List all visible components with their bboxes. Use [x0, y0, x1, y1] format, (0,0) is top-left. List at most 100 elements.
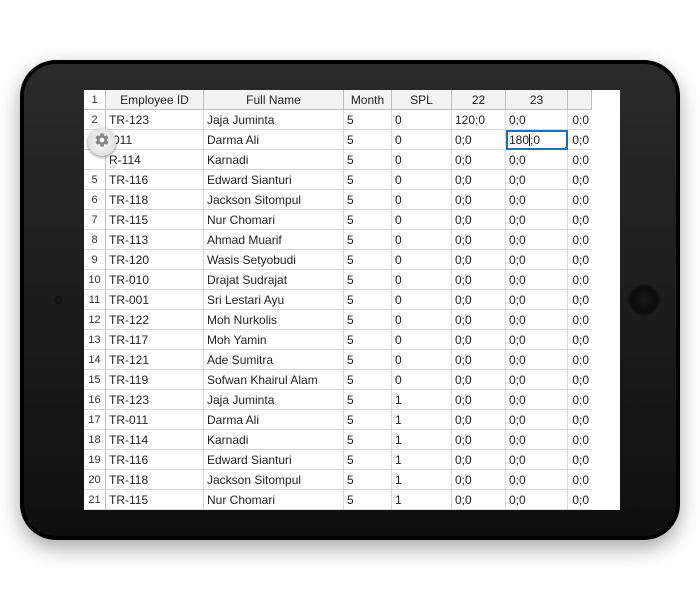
cell-month[interactable]: 5	[344, 170, 392, 190]
table-row[interactable]: 7TR-115Nur Chomari500;00;00;0	[84, 210, 620, 230]
cell-23[interactable]: 0;0	[506, 330, 568, 350]
cell-month[interactable]: 5	[344, 110, 392, 130]
cell-spl[interactable]: 0	[392, 210, 452, 230]
cell-month[interactable]: 5	[344, 230, 392, 250]
cell-month[interactable]: 5	[344, 450, 392, 470]
cell-month[interactable]: 5	[344, 310, 392, 330]
table-row[interactable]: -011Darma Ali500;0180;00;0	[84, 130, 620, 150]
cell-23[interactable]: 0;0	[506, 470, 568, 490]
cell-month[interactable]: 5	[344, 350, 392, 370]
cell-month[interactable]: 5	[344, 250, 392, 270]
cell-spl[interactable]: 0	[392, 150, 452, 170]
cell-employee-id[interactable]: -011	[106, 130, 204, 150]
cell-22[interactable]: 0;0	[452, 310, 506, 330]
cell-23[interactable]: 0;0	[506, 490, 568, 510]
cell-last[interactable]: 0;0	[568, 370, 592, 390]
cell-23[interactable]: 0;0	[506, 350, 568, 370]
cell-full-name[interactable]: Edward Sianturi	[204, 450, 344, 470]
cell-month[interactable]: 5	[344, 430, 392, 450]
table-row[interactable]: 13TR-117Moh Yamin500;00;00;0	[84, 330, 620, 350]
cell-employee-id[interactable]: TR-115	[106, 490, 204, 510]
cell-22[interactable]: 0;0	[452, 150, 506, 170]
col-header-22[interactable]: 22	[452, 90, 506, 110]
cell-23[interactable]: 0;0	[506, 450, 568, 470]
table-row[interactable]: 5TR-116Edward Sianturi500;00;00;0	[84, 170, 620, 190]
cell-last[interactable]: 0;0	[568, 330, 592, 350]
cell-22[interactable]: 120;0	[452, 110, 506, 130]
cell-full-name[interactable]: Darma Ali	[204, 130, 344, 150]
cell-spl[interactable]: 0	[392, 290, 452, 310]
cell-full-name[interactable]: Sri Lestari Ayu	[204, 290, 344, 310]
cell-full-name[interactable]: Wasis Setyobudi	[204, 250, 344, 270]
cell-22[interactable]: 0;0	[452, 190, 506, 210]
cell-spl[interactable]: 0	[392, 330, 452, 350]
cell-last[interactable]: 0;0	[568, 410, 592, 430]
cell-spl[interactable]: 1	[392, 430, 452, 450]
cell-employee-id[interactable]: TR-119	[106, 370, 204, 390]
row-number[interactable]: 15	[84, 370, 106, 390]
cell-spl[interactable]: 1	[392, 470, 452, 490]
cell-23[interactable]: 0;0	[506, 110, 568, 130]
table-row[interactable]: 10TR-010Drajat Sudrajat500;00;00;0	[84, 270, 620, 290]
cell-month[interactable]: 5	[344, 370, 392, 390]
table-row[interactable]: 6TR-118Jackson Sitompul500;00;00;0	[84, 190, 620, 210]
cell-spl[interactable]: 0	[392, 270, 452, 290]
table-row[interactable]: 2TR-123Jaja Juminta50120;00;00;0	[84, 110, 620, 130]
cell-full-name[interactable]: Ahmad Muarif	[204, 230, 344, 250]
table-row[interactable]: 12TR-122Moh Nurkolis500;00;00;0	[84, 310, 620, 330]
cell-spl[interactable]: 1	[392, 410, 452, 430]
table-row[interactable]: 11TR-001Sri Lestari Ayu500;00;00;0	[84, 290, 620, 310]
cell-full-name[interactable]: Karnadi	[204, 430, 344, 450]
cell-last[interactable]: 0;0	[568, 490, 592, 510]
cell-last[interactable]: 0;0	[568, 110, 592, 130]
col-header-employee-id[interactable]: Employee ID	[106, 90, 204, 110]
cell-23[interactable]: 0;0	[506, 430, 568, 450]
cell-employee-id[interactable]: TR-121	[106, 350, 204, 370]
col-header-full-name[interactable]: Full Name	[204, 90, 344, 110]
cell-month[interactable]: 5	[344, 390, 392, 410]
cell-spl[interactable]: 0	[392, 370, 452, 390]
cell-full-name[interactable]: Nur Chomari	[204, 490, 344, 510]
row-number[interactable]: 13	[84, 330, 106, 350]
cell-month[interactable]: 5	[344, 470, 392, 490]
cell-last[interactable]: 0;0	[568, 470, 592, 490]
cell-spl[interactable]: 1	[392, 490, 452, 510]
cell-last[interactable]: 0;0	[568, 390, 592, 410]
cell-month[interactable]: 5	[344, 290, 392, 310]
cell-23[interactable]: 0;0	[506, 210, 568, 230]
table-row[interactable]: 19TR-116Edward Sianturi510;00;00;0	[84, 450, 620, 470]
cell-22[interactable]: 0;0	[452, 130, 506, 150]
col-header-spl[interactable]: SPL	[392, 90, 452, 110]
cell-spl[interactable]: 0	[392, 230, 452, 250]
row-number[interactable]: 16	[84, 390, 106, 410]
cell-month[interactable]: 5	[344, 190, 392, 210]
cell-full-name[interactable]: Jackson Sitompul	[204, 470, 344, 490]
cell-last[interactable]: 0;0	[568, 250, 592, 270]
cell-22[interactable]: 0;0	[452, 170, 506, 190]
cell-22[interactable]: 0;0	[452, 290, 506, 310]
cell-month[interactable]: 5	[344, 150, 392, 170]
row-number[interactable]: 21	[84, 490, 106, 510]
cell-last[interactable]: 0;0	[568, 150, 592, 170]
cell-employee-id[interactable]: TR-118	[106, 190, 204, 210]
cell-last[interactable]: 0;0	[568, 210, 592, 230]
cell-employee-id[interactable]: TR-115	[106, 210, 204, 230]
row-number[interactable]: 18	[84, 430, 106, 450]
table-row[interactable]: 9TR-120Wasis Setyobudi500;00;00;0	[84, 250, 620, 270]
cell-spl[interactable]: 0	[392, 350, 452, 370]
home-button[interactable]	[628, 284, 660, 316]
cell-employee-id[interactable]: TR-116	[106, 450, 204, 470]
cell-spl[interactable]: 0	[392, 110, 452, 130]
cell-employee-id[interactable]: TR-117	[106, 330, 204, 350]
cell-23[interactable]: 0;0	[506, 150, 568, 170]
cell-22[interactable]: 0;0	[452, 250, 506, 270]
cell-23[interactable]: 0;0	[506, 370, 568, 390]
cell-employee-id[interactable]: R-114	[106, 150, 204, 170]
cell-full-name[interactable]: Ade Sumitra	[204, 350, 344, 370]
row-number[interactable]: 7	[84, 210, 106, 230]
cell-full-name[interactable]: Jackson Sitompul	[204, 190, 344, 210]
cell-22[interactable]: 0;0	[452, 490, 506, 510]
cell-employee-id[interactable]: TR-122	[106, 310, 204, 330]
cell-22[interactable]: 0;0	[452, 470, 506, 490]
col-header-23[interactable]: 23	[506, 90, 568, 110]
